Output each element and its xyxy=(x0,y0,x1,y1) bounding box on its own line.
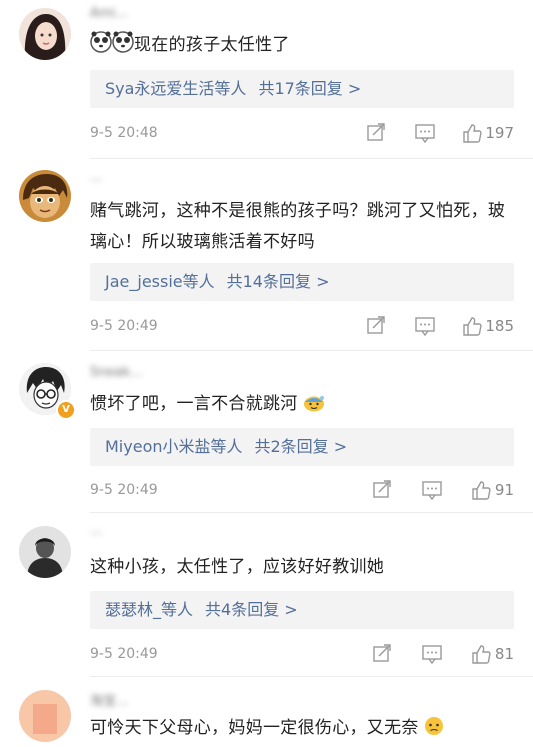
comment-meta: 9-5 20:49 91 xyxy=(90,479,514,501)
thumb-up-icon[interactable] xyxy=(471,480,491,500)
comment-meta: 9-5 20:48 197 xyxy=(90,122,514,144)
username[interactable]: ... xyxy=(90,170,250,188)
comment-icon[interactable] xyxy=(422,480,442,501)
like-count: 91 xyxy=(494,481,514,499)
comment-text: 这种小孩，太任性了，应该好好教训她 xyxy=(90,557,385,577)
avatar[interactable] xyxy=(19,690,71,742)
share-icon[interactable] xyxy=(366,316,386,336)
divider xyxy=(90,158,533,159)
thumb-up-icon[interactable] xyxy=(462,123,482,143)
reply-users: Jae_jessie等人 xyxy=(105,272,215,291)
reply-summary[interactable]: Jae_jessie等人 共14条回复 > xyxy=(90,263,514,301)
panda-emoji-icon xyxy=(90,31,112,64)
comment-text: 现在的孩子太任性了 xyxy=(90,30,511,64)
like-count: 185 xyxy=(485,317,514,335)
comment-text: 赌气跳河，这种不是很熊的孩子吗？跳河了又怕死，玻璃心！所以玻璃熊活着不好吗 xyxy=(90,201,506,252)
divider xyxy=(90,676,533,677)
thumb-up-icon[interactable] xyxy=(471,644,491,664)
avatar[interactable] xyxy=(19,8,71,60)
sweat-smile-emoji-icon xyxy=(303,392,325,423)
reply-count: 共17条回复 > xyxy=(258,79,362,98)
comment-meta: 9-5 20:49 81 xyxy=(90,643,514,665)
reply-users: Sya永远爱生活等人 xyxy=(105,79,247,98)
reply-users: Miyeon小米盐等人 xyxy=(105,437,243,456)
thumb-up-icon[interactable] xyxy=(462,316,482,336)
divider xyxy=(90,512,533,513)
timestamp: 9-5 20:49 xyxy=(90,482,158,498)
reply-count: 共4条回复 > xyxy=(205,600,298,619)
reply-summary[interactable]: Sya永远爱生活等人 共17条回复 > xyxy=(90,70,514,108)
like-count: 81 xyxy=(494,645,514,663)
timestamp: 9-5 20:49 xyxy=(90,646,158,662)
divider xyxy=(90,350,533,351)
share-icon[interactable] xyxy=(372,644,392,664)
reply-summary[interactable]: 瑟瑟林_等人 共4条回复 > xyxy=(90,591,514,629)
reply-users: 瑟瑟林_等人 xyxy=(105,600,194,619)
timestamp: 9-5 20:48 xyxy=(90,125,158,141)
avatar[interactable] xyxy=(19,170,71,222)
comment-text-body: 现在的孩子太任性了 xyxy=(134,35,290,55)
comment-meta: 9-5 20:49 185 xyxy=(90,315,514,337)
timestamp: 9-5 20:49 xyxy=(90,318,158,334)
comment-icon[interactable] xyxy=(422,644,442,665)
share-icon[interactable] xyxy=(366,123,386,143)
like-count: 197 xyxy=(485,124,514,142)
comment-icon[interactable] xyxy=(415,123,435,144)
username[interactable]: Sneak... xyxy=(90,365,250,383)
reply-count: 共14条回复 > xyxy=(226,272,330,291)
verified-badge-icon: V xyxy=(56,400,76,420)
username[interactable]: 淘宝... xyxy=(90,690,250,708)
comment-text: 惯坏了吧，一言不合就跳河 xyxy=(90,389,511,423)
username[interactable]: ... xyxy=(90,523,250,541)
share-icon[interactable] xyxy=(372,480,392,500)
worried-face-emoji-icon xyxy=(424,716,444,747)
comment-text-body: 惯坏了吧，一言不合就跳河 xyxy=(90,394,298,414)
comment-text: 可怜天下父母心，妈妈一定很伤心，又无奈 xyxy=(90,713,511,747)
avatar[interactable] xyxy=(19,526,71,578)
username[interactable]: Ami... xyxy=(90,6,250,24)
comment-icon[interactable] xyxy=(415,316,435,337)
reply-count: 共2条回复 > xyxy=(254,437,348,456)
panda-emoji-icon xyxy=(112,31,134,64)
comment-text-body: 可怜天下父母心，妈妈一定很伤心，又无奈 xyxy=(90,718,419,738)
reply-summary[interactable]: Miyeon小米盐等人 共2条回复 > xyxy=(90,428,514,466)
